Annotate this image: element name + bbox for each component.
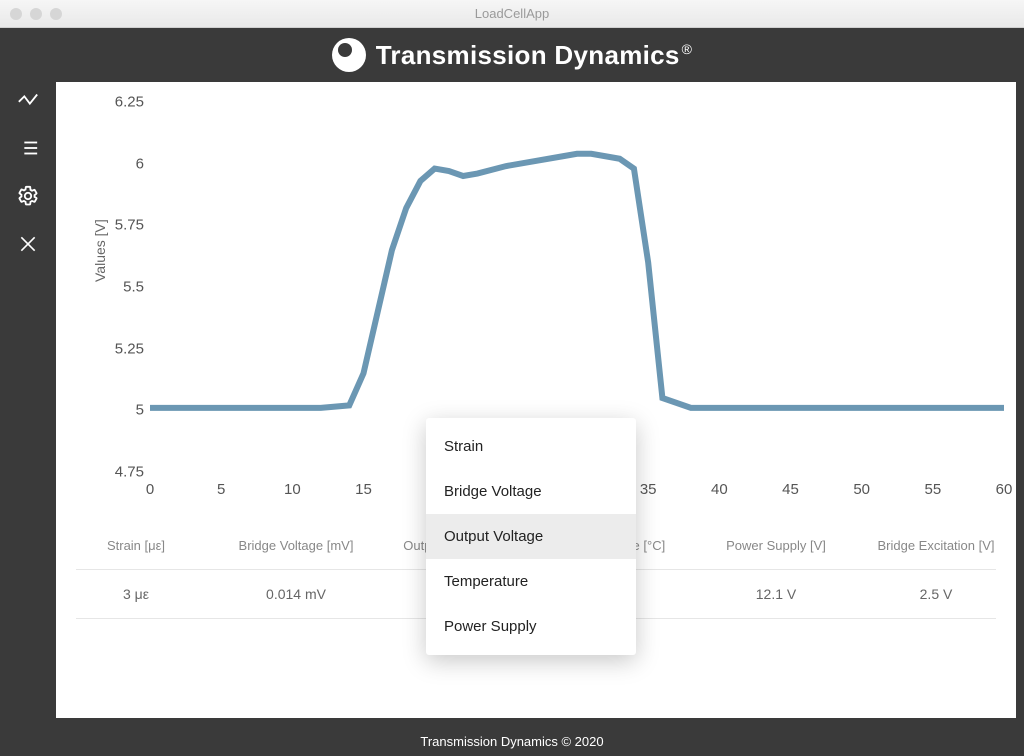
brand-name: Transmission Dynamics® bbox=[376, 40, 693, 71]
sidebar-settings-icon[interactable] bbox=[16, 184, 40, 208]
brand-mark: ® bbox=[682, 41, 693, 57]
metric-header: Bridge Excitation [V] bbox=[856, 522, 1016, 569]
sidebar-close-icon[interactable] bbox=[16, 232, 40, 256]
metric-header: Strain [με] bbox=[56, 522, 216, 569]
chart-xtick: 0 bbox=[146, 481, 154, 498]
chart-ytick: 4.75 bbox=[96, 464, 144, 481]
chart-xtick: 55 bbox=[924, 481, 941, 498]
dropdown-item[interactable]: Temperature bbox=[426, 559, 636, 604]
app-body: Values [V] 4.7555.255.55.7566.2505101520… bbox=[0, 82, 1024, 726]
footer: Transmission Dynamics © 2020 bbox=[0, 726, 1024, 756]
metric-value: 2.5 V bbox=[856, 570, 1016, 618]
brand-logo-icon bbox=[332, 38, 366, 72]
chart-xtick: 35 bbox=[640, 481, 657, 498]
metric-value: 0.014 mV bbox=[216, 570, 376, 618]
window-titlebar: LoadCellApp bbox=[0, 0, 1024, 28]
metric-value: 3 με bbox=[56, 570, 216, 618]
dropdown-item[interactable]: Power Supply bbox=[426, 604, 636, 649]
chart-xtick: 40 bbox=[711, 481, 728, 498]
sidebar-list-icon[interactable] bbox=[16, 136, 40, 160]
chart-xtick: 50 bbox=[853, 481, 870, 498]
chart-xtick: 5 bbox=[217, 481, 225, 498]
chart-xtick: 60 bbox=[996, 481, 1013, 498]
chart-ytick: 6 bbox=[96, 155, 144, 172]
footer-text: Transmission Dynamics © 2020 bbox=[420, 734, 603, 749]
brand-name-text: Transmission Dynamics bbox=[376, 40, 680, 70]
chart-ytick: 6.25 bbox=[96, 94, 144, 111]
chart-xtick: 15 bbox=[355, 481, 372, 498]
chart-ytick: 5.75 bbox=[96, 217, 144, 234]
metric-header: Bridge Voltage [mV] bbox=[216, 522, 376, 569]
dropdown-item[interactable]: Strain bbox=[426, 424, 636, 469]
sidebar bbox=[0, 82, 56, 726]
chart-xtick: 45 bbox=[782, 481, 799, 498]
metric-header: Power Supply [V] bbox=[696, 522, 856, 569]
metric-dropdown[interactable]: StrainBridge VoltageOutput VoltageTemper… bbox=[426, 418, 636, 655]
window-title: LoadCellApp bbox=[0, 6, 1024, 21]
dropdown-item[interactable]: Bridge Voltage bbox=[426, 469, 636, 514]
chart-ytick: 5.25 bbox=[96, 340, 144, 357]
chart-plot: 4.7555.255.55.7566.250510152025303540455… bbox=[150, 102, 1004, 472]
main-panel: Values [V] 4.7555.255.55.7566.2505101520… bbox=[56, 82, 1016, 718]
chart-line bbox=[150, 102, 1004, 472]
chart-xtick: 10 bbox=[284, 481, 301, 498]
chart-ytick: 5.5 bbox=[96, 279, 144, 296]
sidebar-chart-icon[interactable] bbox=[16, 88, 40, 112]
app-frame: Transmission Dynamics® Values [V] 4. bbox=[0, 28, 1024, 756]
dropdown-item[interactable]: Output Voltage bbox=[426, 514, 636, 559]
metric-value: 12.1 V bbox=[696, 570, 856, 618]
app-header: Transmission Dynamics® bbox=[0, 28, 1024, 82]
chart-ytick: 5 bbox=[96, 402, 144, 419]
